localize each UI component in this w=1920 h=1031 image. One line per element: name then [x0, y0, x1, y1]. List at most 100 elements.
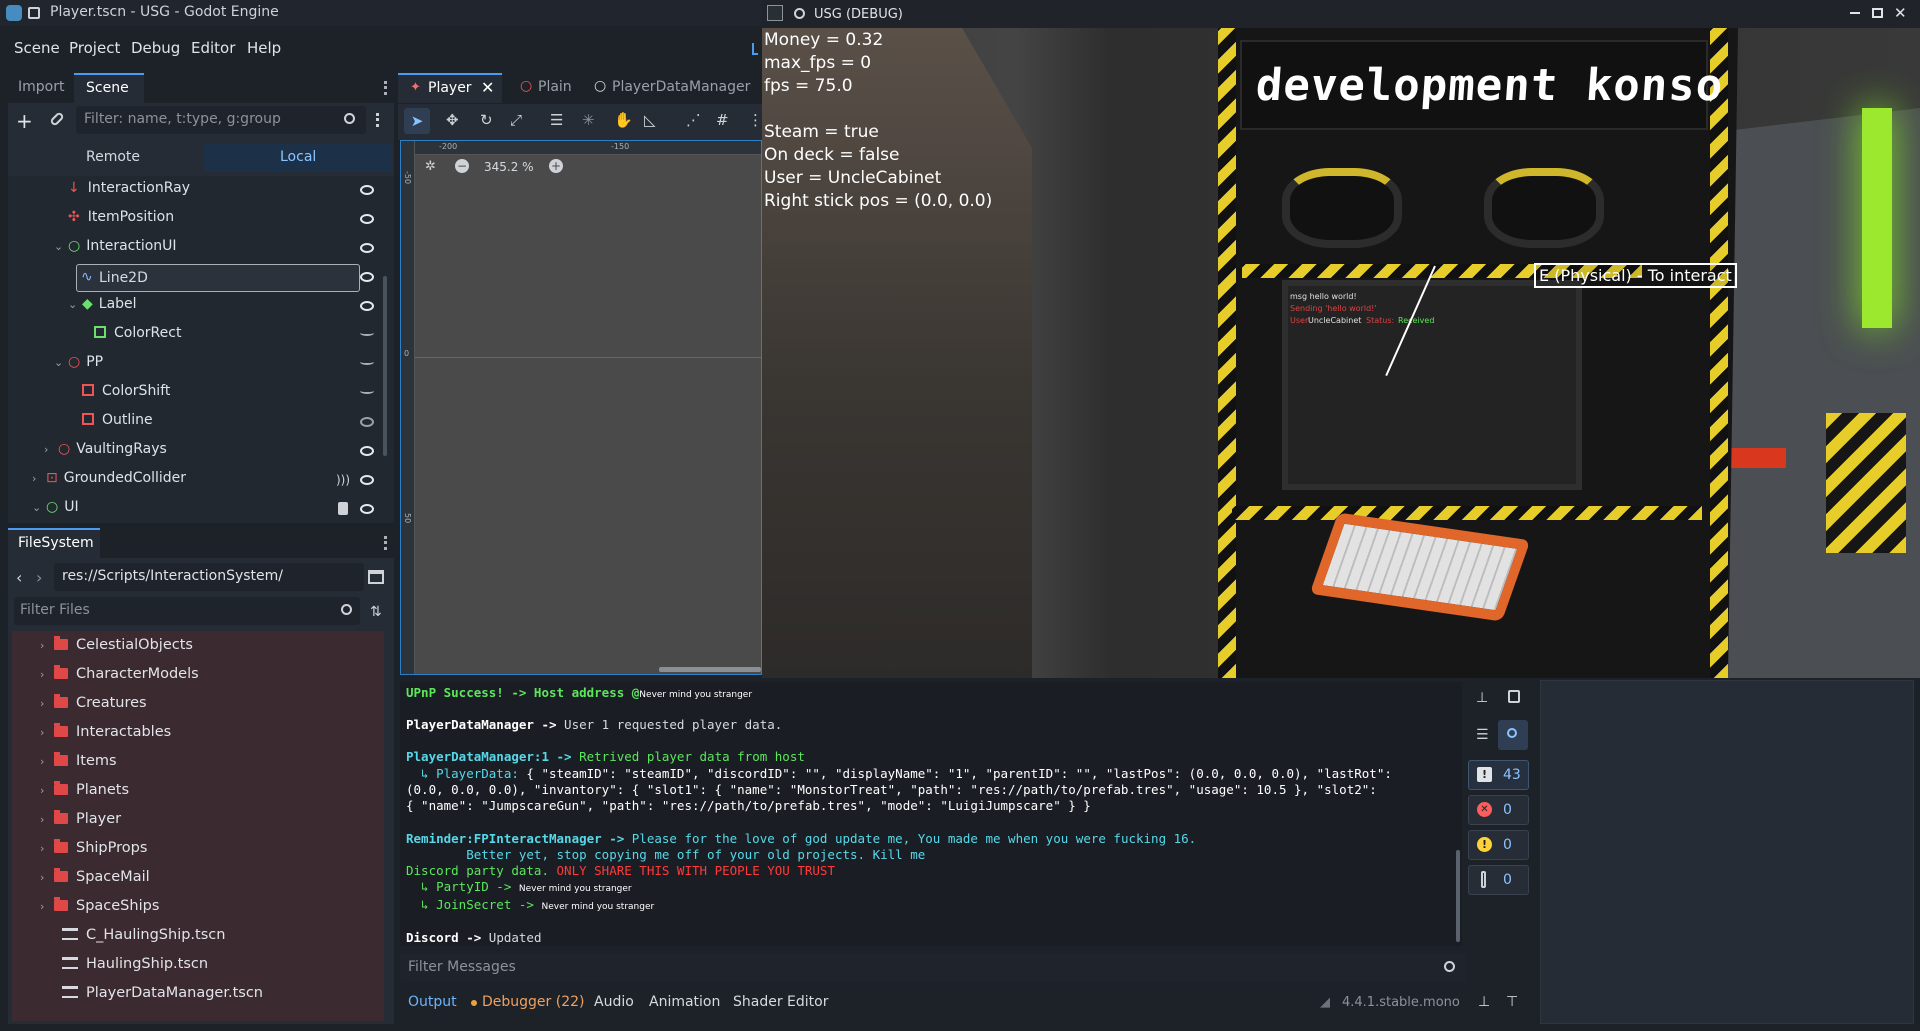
chevron-right-icon[interactable]: ›	[40, 842, 54, 855]
copy-output-icon[interactable]	[1508, 690, 1520, 703]
smart-snap-icon[interactable]: ⋰	[686, 111, 701, 129]
remote-button[interactable]: Remote	[16, 144, 210, 172]
zoom-in-icon[interactable]: +	[549, 159, 563, 173]
tab-import[interactable]: Import	[18, 79, 64, 95]
visibility-eye-icon[interactable]	[360, 243, 374, 253]
tree-node-groundedcollider[interactable]: › ⊡ GroundedCollider	[32, 470, 186, 498]
filter-info-button[interactable]: 0	[1468, 865, 1529, 895]
filter-all-button[interactable]: ! 43	[1468, 760, 1529, 790]
menu-editor[interactable]: Editor	[191, 39, 235, 57]
canvas-viewport[interactable]: -200 -150 -50 0 50 ✲ − 345.2 % +	[400, 140, 762, 675]
folder-item[interactable]: › CharacterModels	[40, 665, 199, 694]
rotate-tool-icon[interactable]: ↻	[480, 111, 493, 129]
zoom-level[interactable]: 345.2 %	[484, 160, 534, 174]
visibility-eye-icon[interactable]	[360, 504, 374, 514]
scale-tool-icon[interactable]: ⤢	[510, 111, 522, 129]
tree-node-vaultingrays[interactable]: › ○ VaultingRays	[44, 441, 167, 469]
clear-output-icon[interactable]: ⊥	[1476, 690, 1488, 706]
chevron-right-icon[interactable]: ›	[40, 639, 54, 652]
more-tools-icon[interactable]: ⋮	[748, 111, 763, 129]
tree-node-line2d[interactable]: ∿ Line2D	[76, 264, 360, 292]
folder-item[interactable]: › Planets	[40, 781, 129, 810]
file-item[interactable]: HaulingShip.tscn	[62, 956, 208, 984]
hidden-eye-icon[interactable]	[360, 388, 374, 394]
chevron-right-icon[interactable]: ›	[44, 443, 58, 456]
visibility-eye-icon[interactable]	[360, 272, 374, 282]
scene-options-icon[interactable]	[376, 113, 379, 127]
tree-node-ui[interactable]: ⌄ ○ UI	[32, 499, 79, 523]
collapse-icon[interactable]: ☰	[1476, 727, 1489, 743]
tree-node-interactionui[interactable]: ⌄ ○ InteractionUI	[54, 238, 177, 266]
tab-debugger[interactable]: Debugger (22)	[482, 994, 584, 1010]
menu-project[interactable]: Project	[69, 39, 120, 57]
tree-scrollbar[interactable]	[383, 276, 387, 456]
back-arrow-icon[interactable]: ‹	[16, 568, 22, 587]
menu-help[interactable]: Help	[247, 39, 281, 57]
chevron-right-icon[interactable]: ›	[40, 813, 54, 826]
dock-menu-icon[interactable]	[384, 81, 387, 95]
folder-item[interactable]: › Player	[40, 810, 121, 839]
dock-menu-icon[interactable]	[384, 536, 387, 550]
visibility-eye-icon[interactable]	[360, 417, 374, 427]
tab-audio[interactable]: Audio	[594, 994, 634, 1010]
grid-snap-icon[interactable]: #	[716, 111, 729, 129]
folder-item[interactable]: › CelestialObjects	[40, 636, 193, 665]
path-field[interactable]: res://Scripts/InteractionSystem/	[54, 563, 364, 591]
chevron-right-icon[interactable]: ›	[40, 871, 54, 884]
menu-scene[interactable]: Scene	[14, 39, 60, 57]
tree-node-colorshift[interactable]: ColorShift	[82, 383, 170, 411]
visibility-eye-icon[interactable]	[360, 475, 374, 485]
link-icon[interactable]	[49, 111, 65, 127]
local-button[interactable]: Local	[204, 144, 392, 172]
filter-errors-button[interactable]: ✕ 0	[1468, 795, 1529, 825]
tab-filesystem[interactable]: FileSystem	[8, 528, 100, 558]
signal-icon[interactable]: )))	[336, 473, 350, 487]
pin-icon[interactable]: ⊥	[1478, 994, 1490, 1010]
expand-panel-icon[interactable]: ⊤	[1506, 994, 1518, 1010]
filter-warnings-button[interactable]: ! 0	[1468, 830, 1529, 860]
sort-icon[interactable]: ⇅	[370, 604, 382, 620]
chevron-right-icon[interactable]: ›	[40, 726, 54, 739]
chevron-down-icon[interactable]: ⌄	[68, 298, 82, 311]
chevron-right-icon[interactable]: ›	[40, 900, 54, 913]
filter-messages-input[interactable]: Filter Messages	[400, 953, 1466, 981]
tree-node-itemposition[interactable]: ✣ ItemPosition	[68, 209, 174, 237]
tree-node-colorrect[interactable]: ColorRect	[94, 325, 181, 353]
folder-item[interactable]: › SpaceShips	[40, 897, 159, 926]
add-node-icon[interactable]: +	[16, 111, 33, 131]
search-toggle-icon[interactable]	[1498, 720, 1528, 750]
folder-item[interactable]: › ShipProps	[40, 839, 147, 868]
folder-item[interactable]: › Items	[40, 752, 117, 781]
script-icon[interactable]	[338, 502, 348, 515]
chevron-right-icon[interactable]: ›	[40, 668, 54, 681]
scene-filter-input[interactable]: Filter: name, t:type, g:group	[76, 106, 366, 134]
visibility-eye-icon[interactable]	[360, 301, 374, 311]
chevron-right-icon[interactable]: ›	[32, 472, 46, 485]
minimize-icon[interactable]	[1850, 12, 1860, 14]
menu-debug[interactable]: Debug	[131, 39, 180, 57]
file-item[interactable]: PlayerDataManager.tscn	[62, 985, 263, 1013]
chevron-down-icon[interactable]: ⌄	[54, 356, 68, 369]
folder-item[interactable]: › SpaceMail	[40, 868, 150, 897]
tree-node-outline[interactable]: Outline	[82, 412, 153, 440]
hidden-eye-icon[interactable]	[360, 330, 374, 336]
game-scene[interactable]: development konso msg hello world! Sendi…	[762, 28, 1920, 678]
tree-node-label[interactable]: ⌄ ◆ Label	[68, 296, 137, 324]
close-icon[interactable]: ✕	[1894, 4, 1907, 22]
chevron-down-icon[interactable]: ⌄	[32, 501, 46, 514]
select-tool-icon[interactable]: ➤	[404, 108, 430, 134]
visibility-eye-icon[interactable]	[360, 446, 374, 456]
ruler-tool-icon[interactable]: ◺	[644, 111, 656, 129]
move-tool-icon[interactable]: ✥	[446, 111, 459, 129]
chevron-right-icon[interactable]: ›	[40, 784, 54, 797]
folder-item[interactable]: › Interactables	[40, 723, 171, 752]
chevron-down-icon[interactable]: ⌄	[54, 240, 68, 253]
chevron-right-icon[interactable]: ›	[40, 697, 54, 710]
app-menu-icon[interactable]	[28, 7, 40, 19]
pan-tool-icon[interactable]: ✋	[614, 111, 633, 129]
tab-output[interactable]: Output	[408, 994, 457, 1010]
tab-animation[interactable]: Animation	[649, 994, 720, 1010]
app-menu-icon[interactable]	[794, 8, 805, 19]
forward-arrow-icon[interactable]: ›	[36, 568, 42, 587]
horizontal-scrollbar[interactable]	[659, 667, 761, 672]
